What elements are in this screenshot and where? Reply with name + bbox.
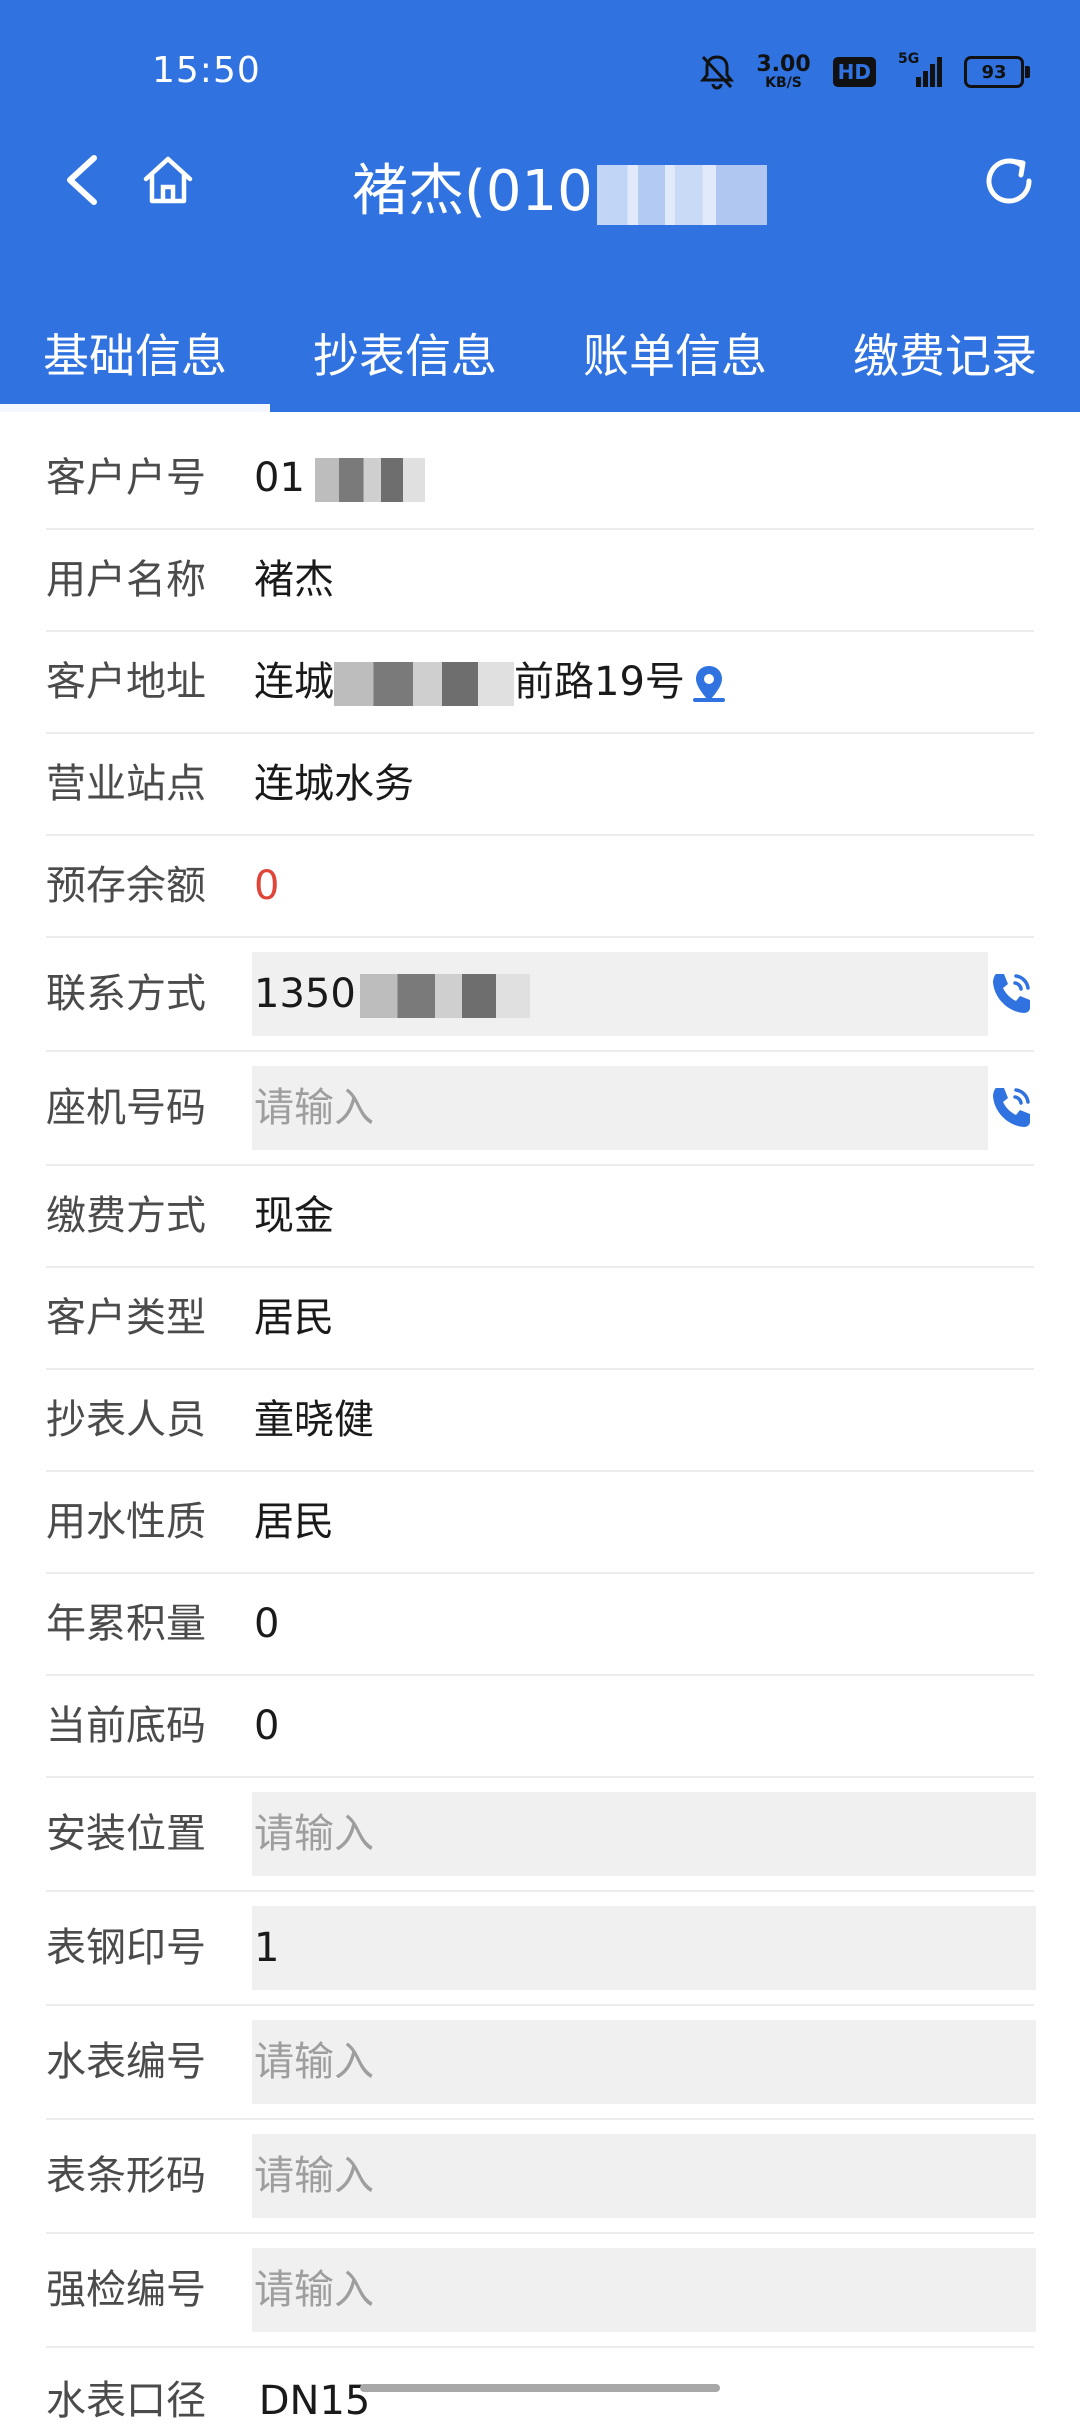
field-prepaid-balance: 预存余额 0 (46, 836, 1034, 938)
install-location-input[interactable]: 请输入 (252, 1792, 1036, 1876)
field-water-usage-type: 用水性质 居民 (46, 1472, 1034, 1574)
field-annual-volume: 年累积量 0 (46, 1574, 1034, 1676)
battery-icon: 93 (964, 56, 1030, 88)
field-business-station: 营业站点 连城水务 (46, 734, 1034, 836)
field-install-location: 安装位置 请输入 (46, 1778, 1036, 1892)
redacted-value (334, 662, 514, 706)
meter-no-input[interactable]: 请输入 (252, 2020, 1036, 2104)
tab-basic-info[interactable]: 基础信息 (0, 312, 270, 412)
net-speed: 3.00 KB/S (756, 52, 811, 91)
location-icon[interactable] (689, 664, 729, 704)
field-address[interactable]: 客户地址 连城 前路19号 (46, 632, 1034, 734)
tab-bar: 基础信息 抄表信息 账单信息 缴费记录 (0, 312, 1080, 412)
hd-badge: HD (832, 57, 876, 87)
field-user-name: 用户名称 褚杰 (46, 530, 1034, 632)
phone-call-icon[interactable] (986, 1084, 1034, 1132)
field-customer-no: 客户户号 01 (46, 428, 1034, 530)
page-title: 褚杰(010 (352, 146, 767, 227)
contact-input[interactable]: 1350 (252, 952, 988, 1036)
status-time: 15:50 (152, 50, 261, 91)
home-icon (143, 156, 193, 204)
refresh-icon (986, 158, 1032, 204)
redacted-value (314, 458, 425, 502)
tab-payment-records[interactable]: 缴费记录 (810, 312, 1080, 412)
signal-icon: 5G (898, 51, 942, 89)
redacted-value (359, 974, 530, 1018)
steel-seal-input[interactable]: 1 (252, 1906, 1036, 1990)
app-header: 15:50 3.00 KB/S HD 5G 93 褚杰(010 基础信息 抄表信… (0, 0, 1080, 412)
info-form: 客户户号 01 用户名称 褚杰 客户地址 连城 前路19号 营业站点 连城水务 预… (0, 428, 1080, 2348)
field-current-reading: 当前底码 0 (46, 1676, 1034, 1778)
status-icons: 3.00 KB/S HD 5G 93 (700, 48, 1030, 96)
field-inspection-no: 强检编号 请输入 (46, 2234, 1036, 2348)
field-barcode: 表条形码 请输入 (46, 2120, 1036, 2234)
tab-bill-info[interactable]: 账单信息 (540, 312, 810, 412)
home-indicator[interactable] (360, 2384, 720, 2392)
field-meter-no: 水表编号 请输入 (46, 2006, 1036, 2120)
back-button[interactable] (50, 148, 114, 212)
field-meter-caliber: 水表口径 DN15 (46, 2378, 371, 2424)
barcode-input[interactable]: 请输入 (252, 2134, 1036, 2218)
field-meter-reader: 抄表人员 童晓健 (46, 1370, 1034, 1472)
refresh-button[interactable] (974, 146, 1044, 216)
status-bar: 15:50 3.00 KB/S HD 5G 93 (0, 0, 1080, 140)
inspection-no-input[interactable]: 请输入 (252, 2248, 1036, 2332)
phone-call-icon[interactable] (986, 970, 1034, 1018)
field-payment-method: 缴费方式 现金 (46, 1166, 1034, 1268)
bell-off-icon (700, 55, 735, 90)
field-landline: 座机号码 请输入 (46, 1052, 1034, 1166)
title-bar: 褚杰(010 (0, 130, 1080, 230)
landline-input[interactable]: 请输入 (252, 1066, 988, 1150)
field-contact: 联系方式 1350 (46, 938, 1034, 1052)
field-steel-seal-no: 表钢印号 1 (46, 1892, 1036, 2006)
home-button[interactable] (136, 148, 200, 212)
redacted-id (596, 164, 767, 225)
tab-meter-info[interactable]: 抄表信息 (270, 312, 540, 412)
field-customer-type: 客户类型 居民 (46, 1268, 1034, 1370)
back-icon (67, 155, 97, 205)
